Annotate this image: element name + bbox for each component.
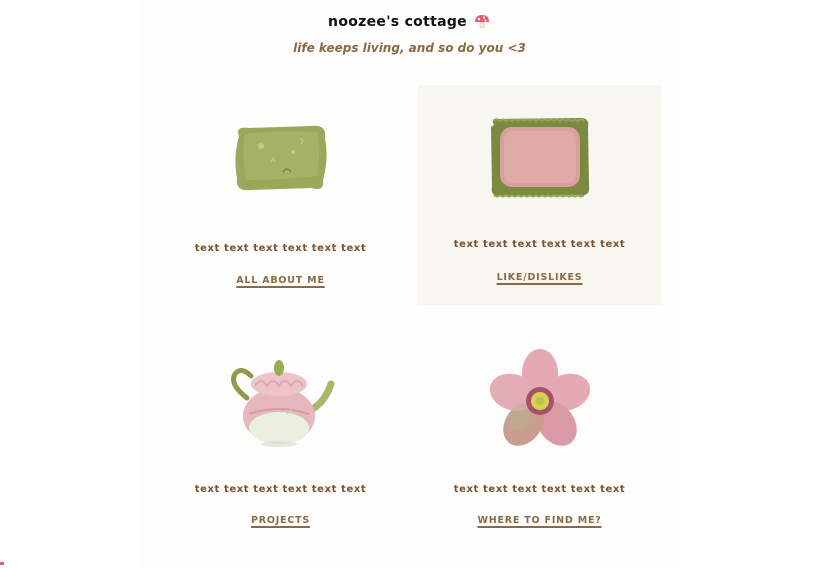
where-to-find-me-link[interactable]: WHERE TO FIND ME? [418, 515, 661, 526]
hellebore-flower-image [418, 348, 661, 454]
site-title-text: noozee's cottage [328, 14, 467, 30]
like-dislikes-link[interactable]: LIKE/DISLIKES [418, 272, 661, 283]
card-text: text text text text text text [453, 239, 626, 250]
card-text: text text text text text text [194, 484, 367, 495]
card-about-me: text text text text text text ALL ABOUT … [159, 86, 402, 306]
corner-mark [0, 562, 4, 565]
mushroom-icon [474, 15, 489, 29]
site-title: noozee's cottage [141, 13, 678, 31]
all-about-me-link[interactable]: ALL ABOUT ME [159, 275, 402, 286]
card-where-to-find-me: text text text text text text WHERE TO F… [418, 330, 661, 550]
site-subtitle: life keeps living, and so do you <3 [293, 41, 526, 55]
floral-teapot-image [159, 354, 402, 448]
page-container: noozee's cottage life keeps living, and … [141, 0, 678, 568]
card-text: text text text text text text [194, 243, 367, 254]
pink-ruffle-pillow-image [418, 115, 661, 199]
card-text: text text text text text text [453, 484, 626, 495]
projects-link[interactable]: PROJECTS [159, 515, 402, 526]
card-like-dislikes: text text text text text text LIKE/DISLI… [418, 85, 661, 305]
green-pillow-image [159, 122, 402, 194]
card-projects: text text text text text text PROJECTS [159, 330, 402, 550]
